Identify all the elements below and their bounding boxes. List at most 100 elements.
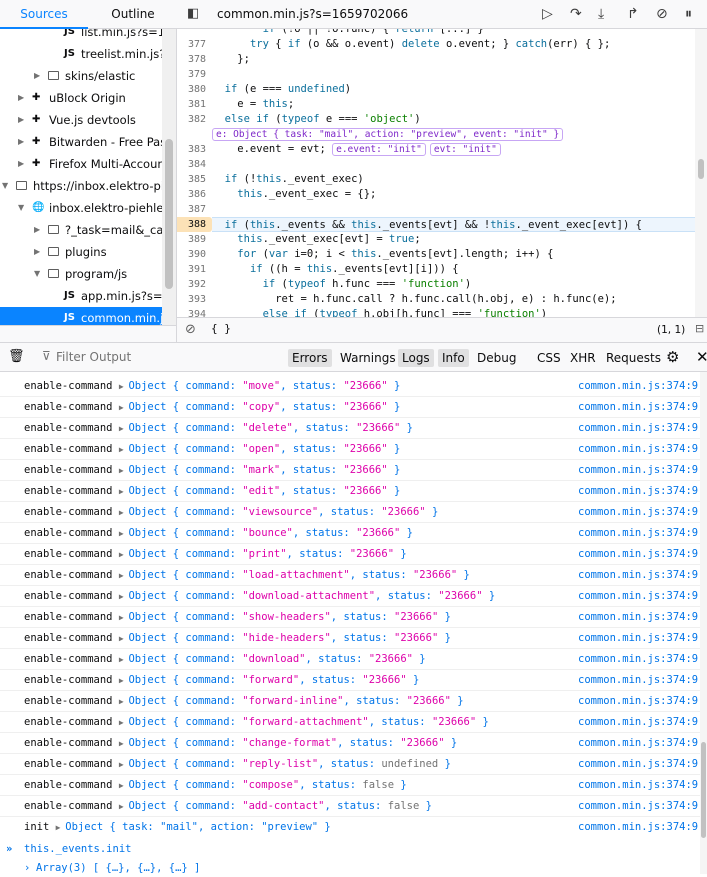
line-number[interactable]: 378: [176, 52, 206, 67]
line-number[interactable]: 383: [176, 142, 206, 157]
object-preview[interactable]: Object {: [128, 779, 185, 791]
breakpoint-marker[interactable]: 388: [177, 217, 212, 232]
source-link[interactable]: common.min.js:374:9: [578, 565, 698, 586]
tree-item[interactable]: JS common.min.js: [0, 307, 162, 325]
filter-warnings[interactable]: Warnings: [336, 349, 400, 367]
source-link[interactable]: common.min.js:374:9: [578, 481, 698, 502]
tree-item[interactable]: ▶ ✚ uBlock Origin: [0, 87, 162, 109]
object-preview[interactable]: Object { task: "mail", action: "preview"…: [65, 821, 331, 833]
object-preview[interactable]: Object {: [128, 548, 185, 560]
twisty-icon[interactable]: ▶: [34, 65, 44, 87]
pretty-print-button[interactable]: { }: [211, 322, 231, 335]
editor-scrollbar[interactable]: [695, 29, 707, 317]
code-line[interactable]: ret = h.func.call ? h.func.call(h.obj, e…: [212, 292, 695, 307]
object-preview[interactable]: Object {: [128, 632, 185, 644]
source-link[interactable]: common.min.js:374:9: [578, 418, 698, 439]
source-link[interactable]: common.min.js:374:9: [578, 586, 698, 607]
tree-item[interactable]: ▶ plugins: [0, 241, 162, 263]
source-link[interactable]: common.min.js:374:9: [578, 544, 698, 565]
object-preview[interactable]: Object {: [128, 674, 185, 686]
object-preview[interactable]: Object {: [128, 464, 185, 476]
code-line[interactable]: for (var i=0; i < this._events[evt].leng…: [212, 247, 695, 262]
object-preview[interactable]: Object {: [128, 800, 185, 812]
console-scrollbar[interactable]: [700, 372, 707, 874]
line-number[interactable]: 387: [176, 202, 206, 217]
code-line[interactable]: try { if (o && o.event) delete o.event; …: [212, 37, 695, 52]
source-link[interactable]: common.min.js:374:9: [578, 607, 698, 628]
object-preview[interactable]: Object {: [128, 611, 185, 623]
line-number[interactable]: 381: [176, 97, 206, 112]
line-number[interactable]: [176, 127, 206, 142]
object-preview[interactable]: Object {: [128, 527, 185, 539]
code-line[interactable]: this._event_exec[evt] = true;: [212, 232, 695, 247]
object-preview[interactable]: Object {: [128, 716, 185, 728]
object-preview[interactable]: Object {: [128, 422, 185, 434]
trash-icon[interactable]: 🗑: [8, 349, 25, 364]
object-preview[interactable]: Object {: [128, 380, 185, 392]
filter-xhr[interactable]: XHR: [566, 349, 600, 367]
twisty-icon[interactable]: ▶: [18, 109, 28, 131]
twisty-icon[interactable]: ▶: [18, 131, 28, 153]
line-number[interactable]: 382: [176, 112, 206, 127]
tab-sources[interactable]: Sources: [0, 0, 88, 29]
source-link[interactable]: common.min.js:374:9: [578, 649, 698, 670]
twisty-icon[interactable]: ▶: [34, 241, 44, 263]
code-line[interactable]: else if (typeof e === 'object'): [212, 112, 695, 127]
code-line[interactable]: if (typeof h.func === 'function'): [212, 277, 695, 292]
pause-exceptions-icon[interactable]: ⏸: [685, 6, 692, 22]
code-line[interactable]: if (!o || !o.func) { return [...] }: [212, 29, 695, 37]
gear-icon[interactable]: ⚙: [666, 348, 679, 366]
source-link[interactable]: common.min.js:374:9: [578, 775, 698, 796]
tree-item[interactable]: ▼ program/js: [0, 263, 162, 285]
source-link[interactable]: common.min.js:374:9: [578, 628, 698, 649]
step-in-icon[interactable]: ⤓: [598, 6, 604, 22]
tree-item[interactable]: JS app.min.js?s=1: [0, 285, 162, 307]
step-out-icon[interactable]: ↱: [627, 6, 639, 22]
source-link[interactable]: common.min.js:374:9: [578, 376, 698, 397]
close-icon[interactable]: ✕: [696, 348, 707, 366]
code-line[interactable]: };: [212, 52, 695, 67]
source-link[interactable]: common.min.js:374:9: [578, 439, 698, 460]
object-preview[interactable]: Object {: [128, 506, 185, 518]
deactivate-breakpoints-icon[interactable]: ⊘: [656, 6, 668, 22]
toggle-sidebar-icon[interactable]: ◧: [187, 6, 199, 21]
line-gutter[interactable]: 377 378 379 380 381 382 383 384 385 386 387 388 389 3…: [176, 29, 212, 320]
object-preview[interactable]: Object {: [128, 695, 185, 707]
object-preview[interactable]: Object {: [128, 569, 185, 581]
line-number[interactable]: 392: [176, 277, 206, 292]
result-row[interactable]: › Array(3) [ {…}, {…}, {…} ]: [0, 859, 700, 874]
twisty-icon[interactable]: ▼: [2, 175, 12, 197]
line-number[interactable]: 384: [176, 157, 206, 172]
line-number[interactable]: 377: [176, 37, 206, 52]
source-link[interactable]: common.min.js:374:9: [578, 691, 698, 712]
tree-item[interactable]: ▶ ✚ Bitwarden - Free Pass: [0, 131, 162, 153]
tree-item[interactable]: ▼ 🌐 inbox.elektro-piehler: [0, 197, 162, 219]
filter-input[interactable]: Filter Output: [56, 350, 256, 364]
code-line[interactable]: if (!this._event_exec): [212, 172, 695, 187]
tree-scrollbar[interactable]: [162, 29, 176, 325]
console-input[interactable]: » this._events.init: [0, 839, 700, 859]
source-link[interactable]: common.min.js:374:9: [578, 460, 698, 481]
source-link[interactable]: common.min.js:374:9: [578, 502, 698, 523]
object-preview[interactable]: Object {: [128, 485, 185, 497]
filter-logs[interactable]: Logs: [398, 349, 434, 367]
source-link[interactable]: common.min.js:374:9: [578, 523, 698, 544]
code-line[interactable]: if (e === undefined): [212, 82, 695, 97]
twisty-icon[interactable]: ▶: [34, 219, 44, 241]
line-number[interactable]: 386: [176, 187, 206, 202]
step-over-icon[interactable]: ↷: [570, 6, 582, 22]
line-number[interactable]: 391: [176, 262, 206, 277]
object-preview[interactable]: Object {: [128, 653, 185, 665]
filter-errors[interactable]: Errors: [288, 349, 332, 367]
source-link[interactable]: common.min.js:374:9: [578, 670, 698, 691]
prettify-icon[interactable]: ⊘: [185, 322, 196, 337]
code-line[interactable]: if ((h = this._events[evt][i])) {: [212, 262, 695, 277]
source-link[interactable]: common.min.js:374:9: [578, 733, 698, 754]
tree-item[interactable]: ▶ ✚ Vue.js devtools: [0, 109, 162, 131]
code-line[interactable]: [212, 157, 695, 172]
code-line[interactable]: if (this._events && this._events[evt] &&…: [212, 217, 695, 232]
code-line[interactable]: else if (typeof h.obj[h.func] === 'funct…: [212, 307, 695, 317]
tree-item[interactable]: ▶ ?_task=mail&_cap: [0, 219, 162, 241]
source-link[interactable]: common.min.js:374:9: [578, 817, 698, 836]
code-line[interactable]: [212, 67, 695, 82]
